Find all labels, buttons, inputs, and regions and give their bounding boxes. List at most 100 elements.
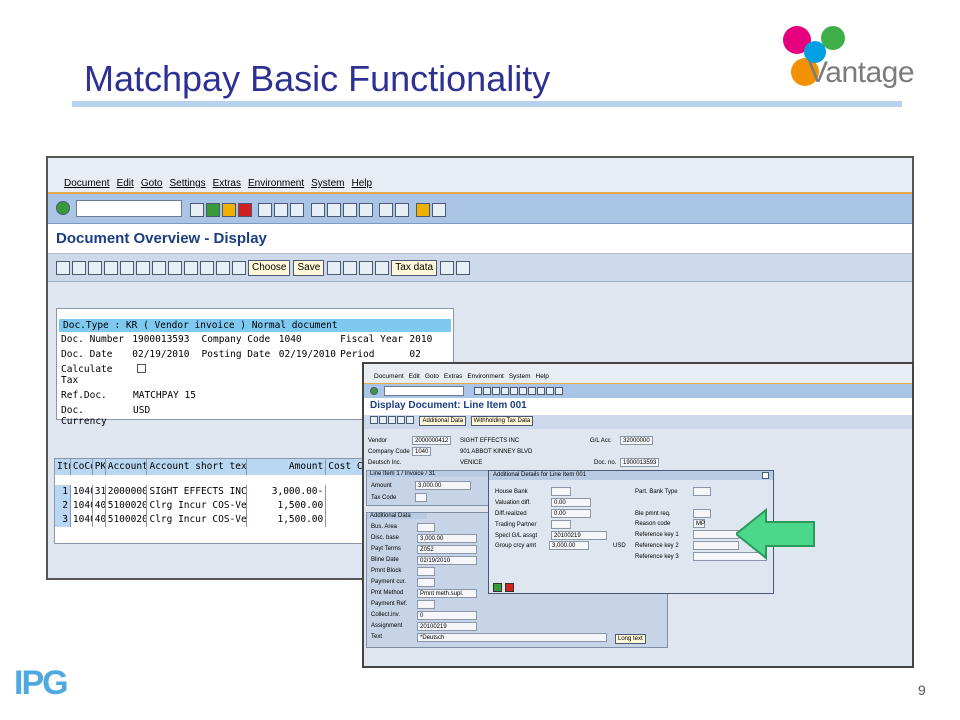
tax-data-button[interactable]: Tax data [391,260,438,276]
back-icon[interactable] [483,387,491,395]
additional-field-value[interactable]: 3,000.00 [417,534,477,543]
enter-icon[interactable] [56,201,70,215]
exit-icon[interactable] [492,387,500,395]
w1-menu-edit[interactable]: Edit [117,178,134,189]
cancel-icon[interactable] [505,583,514,592]
display-icon[interactable] [56,261,70,275]
popup-field-value[interactable]: 3,000.00 [549,541,589,550]
w1-menu-goto[interactable]: Goto [141,178,163,189]
w1-menu-settings[interactable]: Settings [170,178,206,189]
column-header[interactable]: Cost C [326,459,363,475]
prev-page-icon[interactable] [326,202,341,217]
cancel-icon[interactable] [501,387,509,395]
command-field[interactable] [76,200,182,217]
enter-icon[interactable] [370,387,378,395]
popup-field-value[interactable] [693,487,711,496]
find-next-icon[interactable] [290,202,305,217]
command-field-2[interactable] [384,386,464,396]
additional-field-value[interactable]: *Deutsch [417,633,607,642]
popup-field-value[interactable] [551,487,571,496]
print-icon[interactable] [510,387,518,395]
additional-field-value[interactable]: Pmnt meth.supl. [417,589,477,598]
save-icon[interactable] [474,387,482,395]
sum-icon[interactable] [200,261,214,275]
taxes-icon[interactable] [343,261,358,275]
up-icon[interactable] [397,416,405,424]
info-icon[interactable] [440,261,455,275]
tax-code-field[interactable] [415,493,427,502]
calc-icon[interactable] [375,261,390,275]
help-icon[interactable] [555,387,563,395]
additional-field-value[interactable]: 20100219 [417,622,477,631]
filter-icon[interactable] [168,261,182,275]
doc-icon[interactable] [388,416,396,424]
additional-field-value[interactable]: 0 [417,611,477,620]
find-icon[interactable] [274,202,289,217]
long-text-button[interactable]: Long text [615,634,646,644]
column-header[interactable]: CoCd [71,459,93,475]
w2-menu-extras[interactable]: Extras [444,373,462,380]
edit-icon[interactable] [72,261,86,275]
confirm-icon[interactable] [493,583,502,592]
print-item-icon[interactable] [152,261,166,275]
popup-field-value[interactable] [693,509,711,518]
first-page-icon[interactable] [310,202,325,217]
additional-field-value[interactable] [417,600,435,609]
page-icon[interactable] [546,387,554,395]
additional-field-value[interactable] [417,523,435,532]
vendor-field[interactable]: 2000000412 [412,436,452,445]
additional-field-value[interactable]: 02/19/2010 [417,556,477,565]
gl-field[interactable]: 32000000 [620,436,653,445]
find-icon[interactable] [519,387,527,395]
reverse-icon[interactable] [359,261,374,275]
column-header[interactable]: Account short text [147,459,247,475]
amount-field[interactable]: 3,000.00 [415,481,471,490]
last-item-icon[interactable] [136,261,150,275]
column-header[interactable]: Account [106,459,148,475]
additional-data-button[interactable]: Additional Data [419,416,467,426]
table-row[interactable]: 310404051000200Clrg Incur COS-Vend1,500.… [55,513,363,527]
docno-field[interactable]: 1900013593 [620,458,660,467]
w2-menu-document[interactable]: Document [374,373,404,380]
back-icon[interactable] [206,202,220,217]
popup-close-icon[interactable] [762,472,769,479]
choose-button[interactable]: Choose [248,260,291,276]
calc-tax-checkbox[interactable] [137,364,146,373]
w1-menu-environment[interactable]: Environment [248,178,304,189]
doc-header-icon[interactable] [327,261,342,275]
first-item-icon[interactable] [88,261,102,275]
save-button[interactable]: Save [293,260,325,276]
column-header[interactable]: Itm [55,459,71,475]
cancel-icon[interactable] [238,202,252,217]
column-header[interactable]: PK [93,459,106,475]
page-icon[interactable] [537,387,545,395]
new-session-icon[interactable] [379,202,394,217]
last-page-icon[interactable] [358,202,373,217]
w2-menu-help[interactable]: Help [536,373,549,380]
popup-field-value[interactable] [693,530,739,539]
w1-menu-help[interactable]: Help [351,178,372,189]
popup-field-value[interactable] [693,541,739,550]
table-row[interactable]: 210404051000200Clrg Incur COS-Vend1,500.… [55,499,363,513]
sort-icon[interactable] [184,261,198,275]
exit-icon[interactable] [222,202,236,217]
down-icon[interactable] [406,416,414,424]
save-icon[interactable] [190,202,204,217]
column-header[interactable]: Amount [247,459,327,475]
additional-field-value[interactable]: Z052 [417,545,477,554]
shortcut-icon[interactable] [395,202,410,217]
export-icon[interactable] [216,261,230,275]
layout-change-icon[interactable] [232,261,246,275]
help-icon[interactable] [415,202,430,217]
w2-menu-edit[interactable]: Edit [409,373,420,380]
notes-icon[interactable] [456,261,471,275]
popup-field-value[interactable] [551,520,571,529]
table-row[interactable]: 11040312000000…SIGHT EFFECTS INC3,000.00… [55,485,363,499]
company-field[interactable]: 1040 [412,447,432,456]
doc-icon[interactable] [379,416,387,424]
next-page-icon[interactable] [342,202,357,217]
w1-menu-document[interactable]: Document [64,178,110,189]
popup-field-value[interactable]: 0.00 [551,509,591,518]
w2-menu-system[interactable]: System [509,373,531,380]
w2-menu-environment[interactable]: Environment [467,373,504,380]
